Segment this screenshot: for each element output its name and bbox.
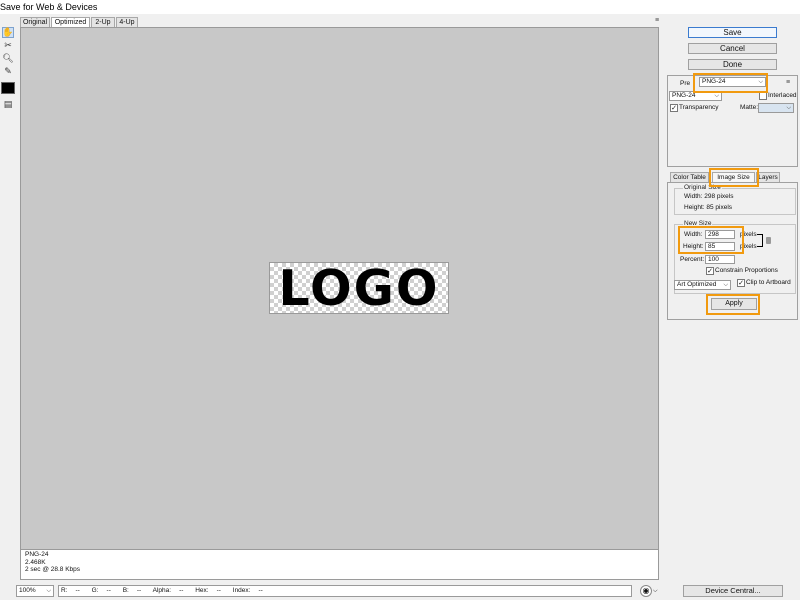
percent-label: Percent:	[680, 256, 705, 263]
readout-index-label: Index:	[232, 587, 251, 594]
info-time: 2 sec @ 28.8 Kbps	[25, 566, 81, 573]
toggle-slices-visibility-icon[interactable]: ▤	[2, 99, 14, 110]
chevron-down-icon: ⌵	[46, 588, 51, 594]
link-bracket-icon	[757, 234, 763, 247]
status-bar: 100% ⌵ R: -- G: -- B: -- Alpha: -- Hex: -- In…	[16, 585, 661, 597]
constrain-proportions-checkbox[interactable]: ✓	[706, 267, 714, 275]
transparency-checkbox[interactable]: ✓	[670, 104, 678, 112]
tab-4-up[interactable]: 4-Up	[116, 17, 138, 27]
tab-original[interactable]: Original	[20, 17, 50, 27]
save-button[interactable]: Save	[688, 27, 777, 38]
image-size-tab-highlight	[709, 168, 759, 187]
browser-preview-icon[interactable]: ◉	[640, 585, 652, 597]
readout-hex-label: Hex:	[195, 587, 209, 594]
eyedropper-tool-icon[interactable]: ✎	[2, 66, 14, 77]
zoom-level-value: 100%	[19, 587, 36, 594]
preset-highlight	[693, 73, 768, 93]
lock-icon[interactable]	[766, 237, 771, 244]
chevron-down-icon: ⌵	[786, 105, 791, 111]
optimization-info: PNG-24 2.468K 2 sec @ 28.8 Kbps	[20, 550, 659, 580]
tab-layers[interactable]: Layers	[756, 172, 780, 182]
hand-tool-icon[interactable]: ✋	[2, 27, 14, 38]
logo-text: LOGO	[278, 260, 440, 317]
done-button[interactable]: Done	[688, 59, 777, 70]
window-title: Save for Web & Devices	[0, 0, 800, 14]
readout-b-value: --	[136, 587, 142, 594]
readout-alpha-label: Alpha:	[152, 587, 172, 594]
matte-label: Matte:	[740, 104, 759, 111]
eyedropper-color-swatch[interactable]	[1, 82, 15, 94]
readout-hex-value: --	[216, 587, 221, 594]
zoom-tool-icon[interactable]: 🔍︎	[2, 53, 14, 64]
readout-g-value: --	[106, 587, 111, 594]
clip-to-artboard-label: Clip to Artboard	[746, 279, 791, 286]
readout-r-value: --	[75, 587, 80, 594]
view-menu-icon[interactable]: ≡	[655, 17, 659, 24]
clip-to-artboard-checkbox[interactable]: ✓	[737, 279, 745, 287]
quality-select[interactable]: Art Optimized ⌵	[674, 280, 731, 290]
readout-alpha-value: --	[179, 587, 184, 594]
quality-value: Art Optimized	[677, 281, 717, 288]
slice-select-tool-icon[interactable]: ✂	[2, 40, 14, 51]
optimized-image-preview[interactable]: LOGO	[269, 260, 449, 317]
matte-select[interactable]: ⌵	[758, 103, 794, 113]
readout-b-label: B:	[122, 587, 129, 594]
readout-r-label: R:	[61, 587, 68, 594]
interlaced-checkbox[interactable]	[759, 92, 767, 100]
preset-label: Pre	[680, 80, 691, 87]
browser-menu-chevron-icon[interactable]: ⌵	[653, 585, 662, 597]
tab-color-table[interactable]: Color Table	[670, 172, 709, 182]
zoom-level-select[interactable]: 100% ⌵	[16, 585, 54, 597]
new-size-fields-highlight	[678, 226, 744, 254]
tab-2-up[interactable]: 2-Up	[91, 17, 115, 27]
info-format: PNG-24	[25, 551, 49, 558]
info-size: 2.468K	[25, 558, 46, 566]
color-readout: R: -- G: -- B: -- Alpha: -- Hex: -- Index: --	[58, 585, 632, 597]
chevron-down-icon: ⌵	[723, 282, 728, 288]
interlaced-label: Interlaced	[768, 92, 797, 99]
readout-index-value: --	[258, 587, 263, 594]
device-central-button[interactable]: Device Central...	[683, 585, 783, 597]
original-height: Height: 85 pixels	[684, 204, 733, 211]
percent-input[interactable]: 100	[705, 255, 735, 264]
file-format-value: PNG-24	[672, 92, 696, 99]
readout-g-label: G:	[91, 587, 99, 594]
cancel-button[interactable]: Cancel	[688, 43, 777, 54]
transparency-label: Transparency	[679, 104, 719, 111]
apply-button-highlight	[706, 294, 760, 315]
constrain-proportions-label: Constrain Proportions	[715, 267, 778, 274]
original-width: Width: 298 pixels	[684, 193, 734, 200]
optimize-menu-icon[interactable]: ≡	[786, 79, 790, 86]
chevron-down-icon: ⌵	[714, 93, 719, 99]
